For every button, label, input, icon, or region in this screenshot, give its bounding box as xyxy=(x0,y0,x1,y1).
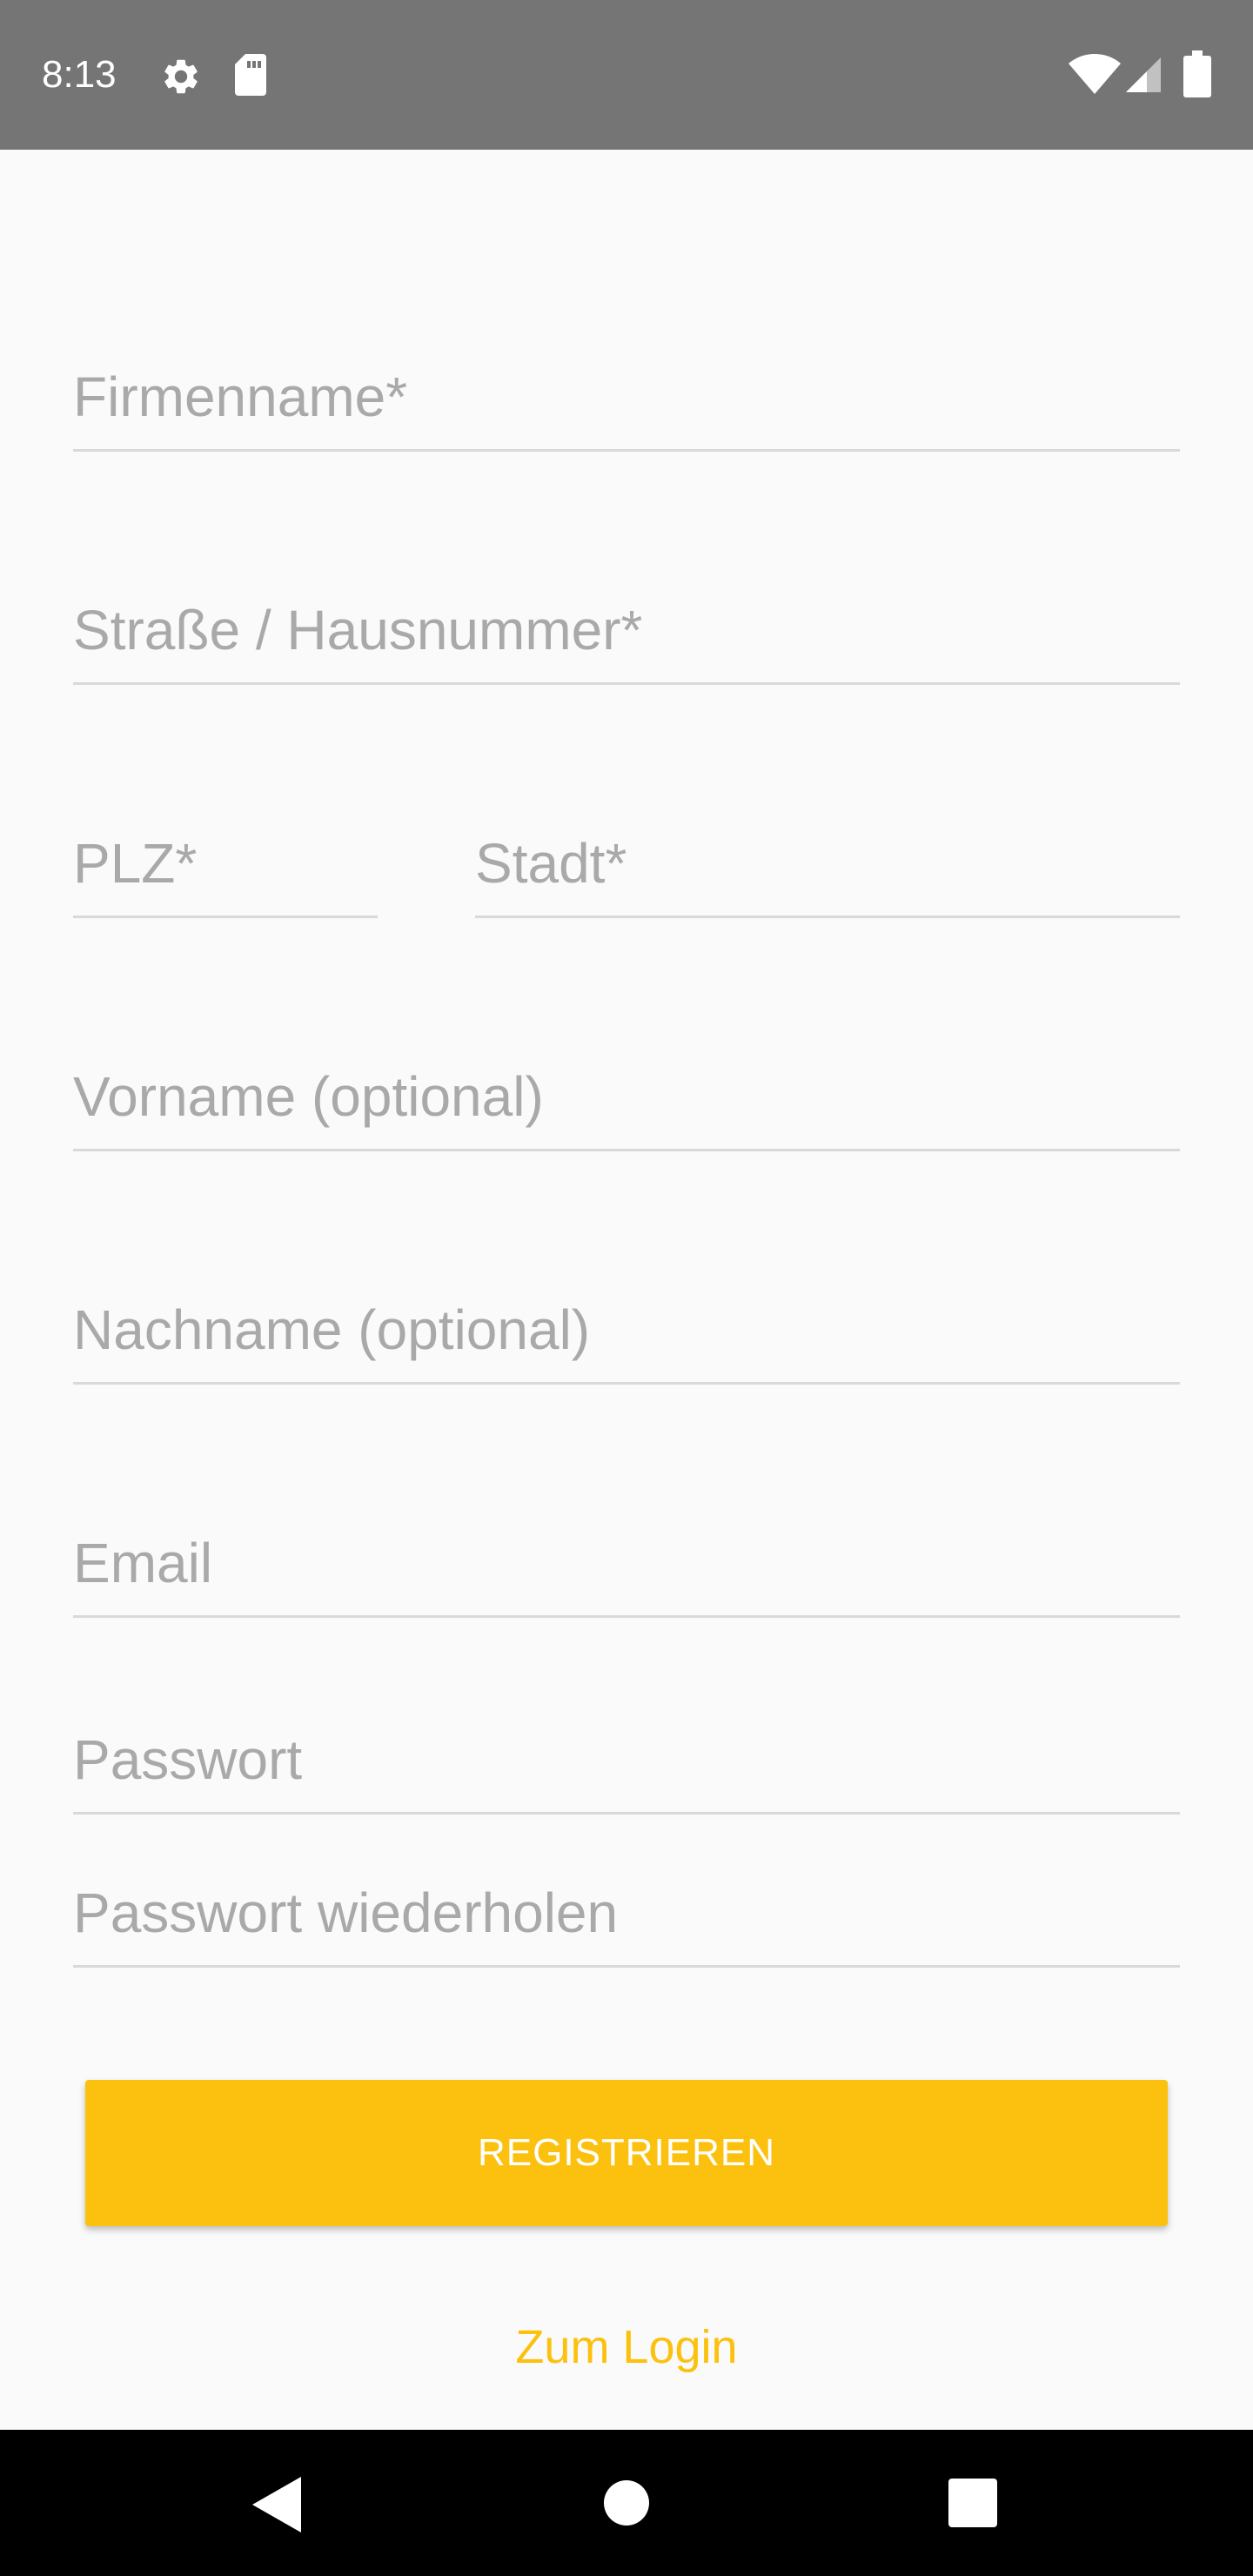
register-button[interactable]: REGISTRIEREN xyxy=(85,2080,1168,2226)
company-name-input[interactable] xyxy=(73,362,1180,432)
email-input[interactable] xyxy=(73,1528,1180,1598)
register-button-label: REGISTRIEREN xyxy=(477,2131,776,2174)
home-icon[interactable] xyxy=(604,2480,649,2526)
wifi-icon xyxy=(1069,54,1121,94)
signal-icon xyxy=(1126,57,1161,92)
battery-icon xyxy=(1183,50,1211,97)
last-name-field xyxy=(73,1271,1180,1385)
email-field xyxy=(73,1504,1180,1618)
city-input[interactable] xyxy=(475,828,1180,898)
street-input[interactable] xyxy=(73,595,1180,665)
password-repeat-field xyxy=(73,1854,1180,1968)
gear-icon xyxy=(164,59,198,94)
password-input[interactable] xyxy=(73,1725,1180,1794)
company-name-field xyxy=(73,338,1180,452)
street-field xyxy=(73,571,1180,685)
status-bar: 8:13 xyxy=(0,0,1253,150)
last-name-input[interactable] xyxy=(73,1295,1180,1365)
first-name-field xyxy=(73,1037,1180,1151)
status-time: 8:13 xyxy=(42,53,117,96)
password-field xyxy=(73,1701,1180,1815)
recent-apps-icon[interactable] xyxy=(948,2479,997,2527)
password-repeat-input[interactable] xyxy=(73,1878,1180,1948)
first-name-input[interactable] xyxy=(73,1062,1180,1131)
sdcard-icon xyxy=(235,54,266,96)
zip-input[interactable] xyxy=(73,828,378,898)
registration-form: REGISTRIEREN Zum Login xyxy=(0,150,1253,2430)
zip-field xyxy=(73,804,378,918)
city-field xyxy=(475,804,1180,918)
back-icon[interactable] xyxy=(252,2477,301,2532)
login-link[interactable]: Zum Login xyxy=(0,2317,1253,2378)
navigation-bar xyxy=(0,2430,1253,2576)
